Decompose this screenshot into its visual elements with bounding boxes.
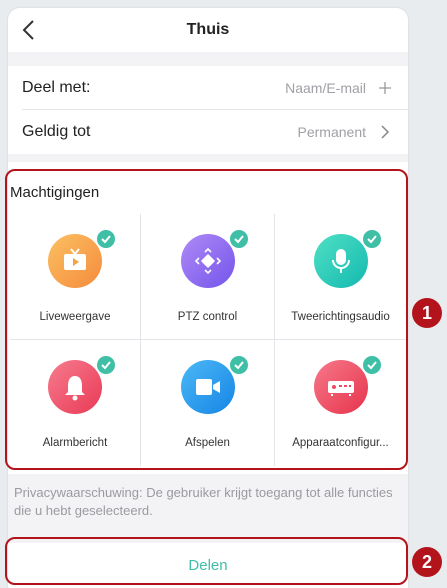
share-button-label: Delen <box>188 557 228 574</box>
share-with-row[interactable]: Deel met: Naam/E-mail <box>8 66 408 110</box>
check-icon <box>360 228 383 250</box>
permission-alarmbericht[interactable]: Alarmbericht <box>10 340 141 466</box>
check-icon <box>95 228 117 250</box>
ptz-icon <box>180 234 235 288</box>
bell-icon <box>48 360 102 414</box>
permission-tweerichtingsaudio[interactable]: Tweerichtingsaudio <box>275 214 406 340</box>
spacer <box>8 52 408 66</box>
check-icon <box>227 228 250 250</box>
permissions-card: Machtigingen Liveweergave PTZ control Tw… <box>8 162 408 474</box>
spacer <box>8 154 408 162</box>
chevron-left-icon[interactable] <box>20 18 40 42</box>
permission-apparaatconfiguratie[interactable]: Apparaatconfigur... <box>275 340 406 466</box>
navbar: Thuis <box>8 8 408 52</box>
permission-ptz-control[interactable]: PTZ control <box>141 214 275 340</box>
valid-until-label: Geldig tot <box>22 123 91 140</box>
video-camera-icon <box>180 360 235 414</box>
phone-screen: Thuis Deel met: Naam/E-mail Geldig tot P… <box>8 8 408 588</box>
valid-until-row[interactable]: Geldig tot Permanent <box>8 110 408 154</box>
device-icon <box>313 360 368 414</box>
chevron-right-icon <box>381 125 390 139</box>
check-icon <box>227 354 250 376</box>
check-icon <box>95 354 117 376</box>
page-title: Thuis <box>186 21 230 38</box>
annotation-badge-1: 1 <box>412 298 442 328</box>
plus-icon[interactable] <box>378 81 392 95</box>
permission-afspelen[interactable]: Afspelen <box>141 340 275 466</box>
microphone-icon <box>313 234 368 288</box>
annotation-badge-2: 2 <box>412 547 442 577</box>
share-with-label: Deel met: <box>22 79 91 96</box>
permissions-grid: Liveweergave PTZ control Tweerichtingsau… <box>10 214 406 466</box>
share-with-input[interactable]: Naam/E-mail <box>285 80 366 96</box>
permission-label: Afspelen <box>185 437 230 449</box>
check-icon <box>360 354 383 376</box>
permission-label: Liveweergave <box>39 311 111 323</box>
valid-until-value: Permanent <box>297 124 366 140</box>
tv-icon <box>48 234 102 288</box>
permission-liveweergave[interactable]: Liveweergave <box>10 214 141 340</box>
privacy-warning: Privacywaarschuwing: De gebruiker krijgt… <box>8 474 408 538</box>
permissions-title: Machtigingen <box>10 184 100 201</box>
share-button[interactable]: Delen <box>8 543 408 588</box>
permission-label: Apparaatconfigur... <box>292 437 389 449</box>
permission-label: Tweerichtingsaudio <box>291 311 390 323</box>
permission-label: PTZ control <box>177 311 238 323</box>
permission-label: Alarmbericht <box>42 437 108 449</box>
